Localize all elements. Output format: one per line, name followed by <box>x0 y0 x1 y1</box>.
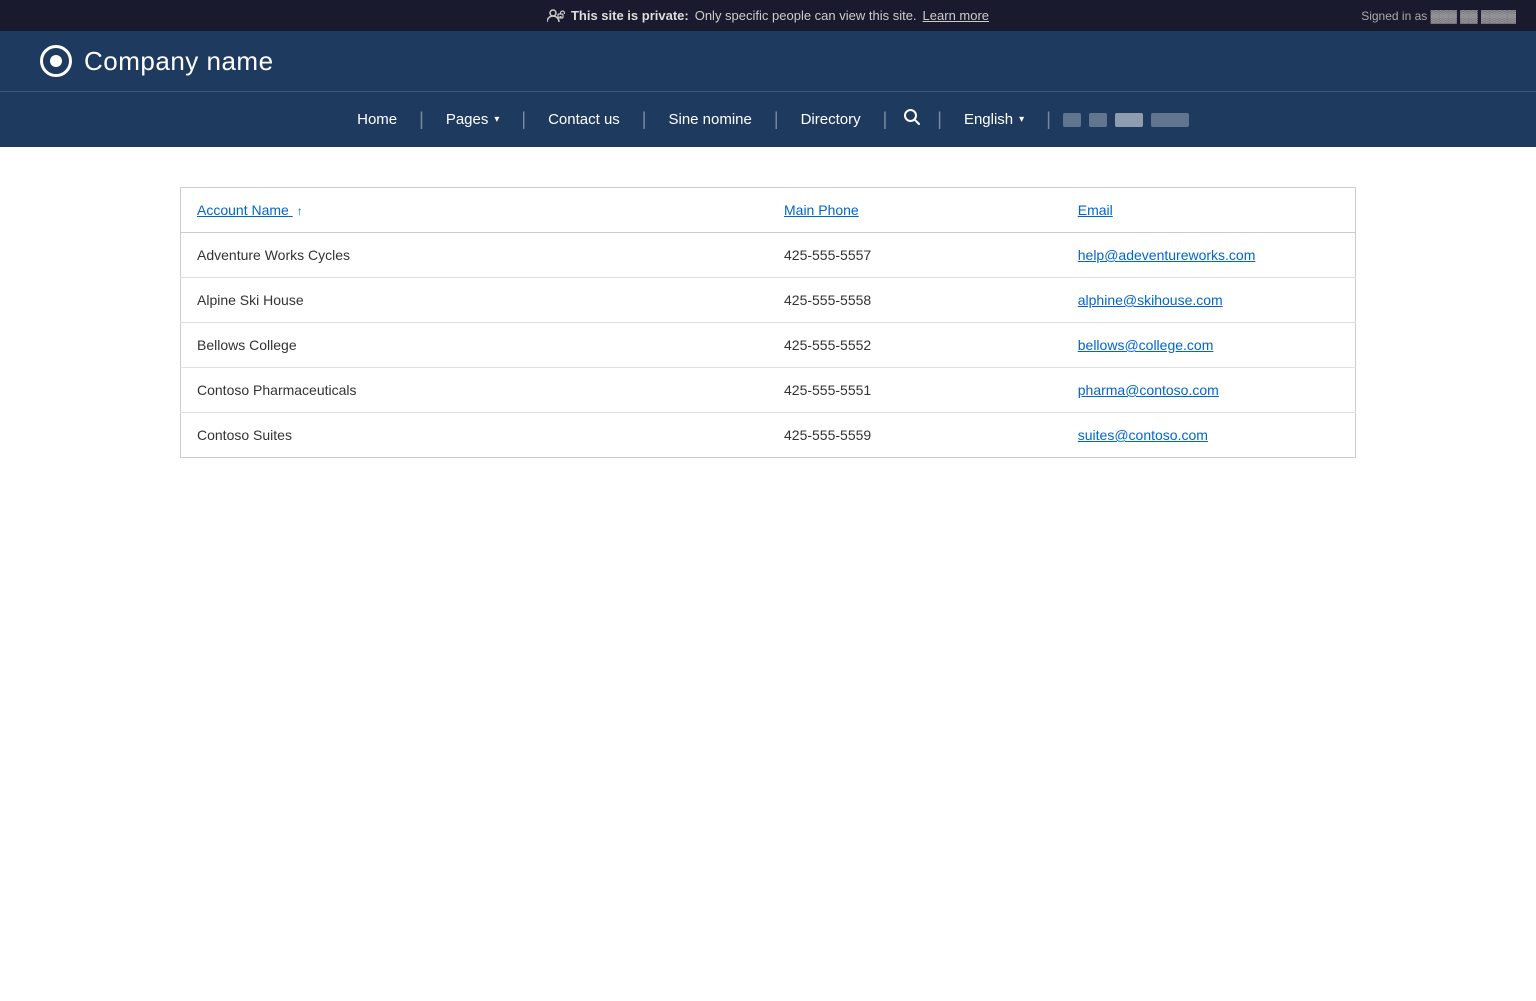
directory-table-header: Account Name ↑ Main Phone Email <box>181 188 1356 233</box>
signed-in-user: ▓▓▓ ▓▓ ▓▓▓▓ <box>1431 9 1516 23</box>
email-link[interactable]: suites@contoso.com <box>1078 427 1208 443</box>
email-cell: bellows@college.com <box>1062 323 1356 368</box>
column-header-email[interactable]: Email <box>1062 188 1356 233</box>
account-name-cell: Adventure Works Cycles <box>181 233 769 278</box>
signed-in-label: Signed in as ▓▓▓ ▓▓ ▓▓▓▓ <box>1361 9 1516 23</box>
email-cell: suites@contoso.com <box>1062 413 1356 458</box>
nav-separator-2: | <box>519 109 528 130</box>
email-cell: pharma@contoso.com <box>1062 368 1356 413</box>
learn-more-link[interactable]: Learn more <box>923 8 989 23</box>
email-cell: help@adeventureworks.com <box>1062 233 1356 278</box>
nav-item-english[interactable]: English ▾ <box>944 95 1044 144</box>
email-cell: alphine@skihouse.com <box>1062 278 1356 323</box>
banner-content: This site is private: Only specific peop… <box>547 8 989 23</box>
table-row: Alpine Ski House425-555-5558 alphine@skih… <box>181 278 1356 323</box>
nav-item-directory[interactable]: Directory <box>781 95 881 144</box>
account-name-cell: Bellows College <box>181 323 769 368</box>
main-phone-cell: 425-555-5557 <box>768 233 1062 278</box>
directory-table: Account Name ↑ Main Phone Email Adventur… <box>180 187 1356 458</box>
nav-separator-1: | <box>417 109 426 130</box>
email-link[interactable]: alphine@skihouse.com <box>1078 292 1223 308</box>
site-title: Company name <box>84 46 274 77</box>
logo-icon-inner <box>50 55 62 67</box>
top-banner: This site is private: Only specific peop… <box>0 0 1536 31</box>
nav-separator-6: | <box>935 109 944 130</box>
site-header: Company name <box>0 31 1536 91</box>
nav-user-icon-4 <box>1151 113 1189 127</box>
column-header-account-name[interactable]: Account Name ↑ <box>181 188 769 233</box>
nav-separator-3: | <box>640 109 649 130</box>
nav-separator-4: | <box>772 109 781 130</box>
main-phone-cell: 425-555-5559 <box>768 413 1062 458</box>
nav-user-icon-2 <box>1089 113 1107 127</box>
nav-item-pages[interactable]: Pages ▾ <box>426 95 520 144</box>
sort-arrow-account-name: ↑ <box>297 204 303 218</box>
email-link[interactable]: bellows@college.com <box>1078 337 1214 353</box>
nav-user-icon-3 <box>1115 113 1143 127</box>
account-name-cell: Alpine Ski House <box>181 278 769 323</box>
site-logo: Company name <box>40 45 274 77</box>
site-navigation: Home | Pages ▾ | Contact us | Sine nomin… <box>0 91 1536 147</box>
main-phone-cell: 425-555-5552 <box>768 323 1062 368</box>
directory-header-row: Account Name ↑ Main Phone Email <box>181 188 1356 233</box>
main-content: Account Name ↑ Main Phone Email Adventur… <box>0 147 1536 498</box>
nav-user-icon-1 <box>1063 113 1081 127</box>
nav-separator-7: | <box>1044 109 1053 130</box>
directory-table-body: Adventure Works Cycles425-555-5557 help@a… <box>181 233 1356 458</box>
main-phone-cell: 425-555-5558 <box>768 278 1062 323</box>
table-row: Bellows College425-555-5552 bellows@colle… <box>181 323 1356 368</box>
email-link[interactable]: help@adeventureworks.com <box>1078 247 1256 263</box>
nav-item-sine-nomine[interactable]: Sine nomine <box>648 95 771 144</box>
account-name-cell: Contoso Pharmaceuticals <box>181 368 769 413</box>
main-phone-cell: 425-555-5551 <box>768 368 1062 413</box>
table-row: Contoso Pharmaceuticals425-555-5551 pharm… <box>181 368 1356 413</box>
table-row: Contoso Suites425-555-5559 suites@contoso… <box>181 413 1356 458</box>
english-dropdown-arrow: ▾ <box>1019 114 1024 125</box>
account-name-cell: Contoso Suites <box>181 413 769 458</box>
logo-icon <box>40 45 72 77</box>
pages-dropdown-arrow: ▾ <box>494 114 499 125</box>
banner-private-label: This site is private: <box>571 8 689 23</box>
nav-user-icons <box>1053 97 1199 143</box>
nav-search-button[interactable] <box>889 92 935 147</box>
search-icon <box>903 108 921 126</box>
email-link[interactable]: pharma@contoso.com <box>1078 382 1219 398</box>
column-header-main-phone[interactable]: Main Phone <box>768 188 1062 233</box>
banner-private-text: Only specific people can view this site. <box>695 8 917 23</box>
nav-separator-5: | <box>881 109 890 130</box>
lock-people-icon <box>547 9 565 23</box>
nav-item-contact[interactable]: Contact us <box>528 95 640 144</box>
nav-item-home[interactable]: Home <box>337 95 417 144</box>
table-row: Adventure Works Cycles425-555-5557 help@a… <box>181 233 1356 278</box>
